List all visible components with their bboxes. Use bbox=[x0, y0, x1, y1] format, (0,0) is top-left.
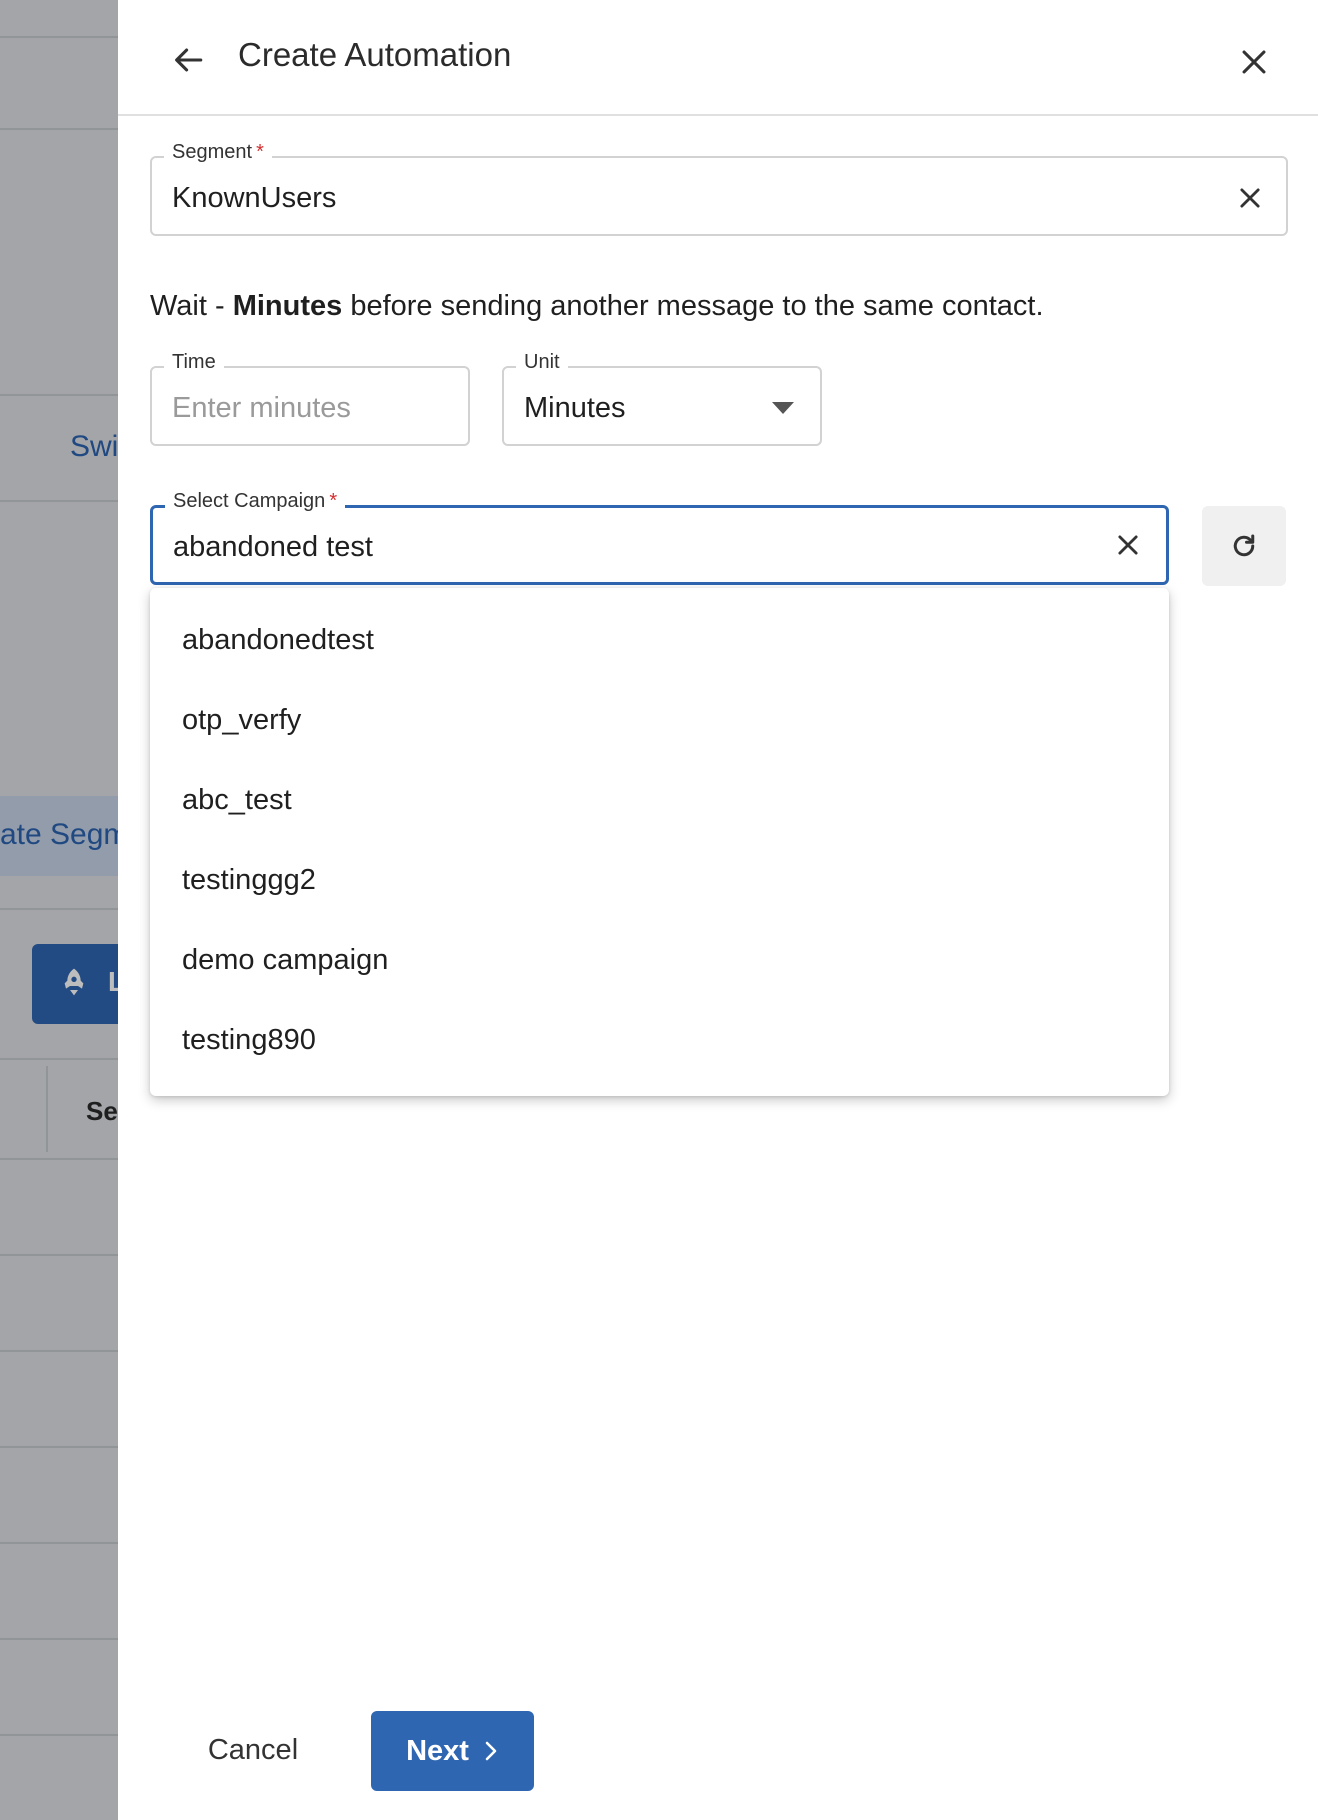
campaign-dropdown: abandonedtest otp_verfy abc_test testing… bbox=[150, 588, 1169, 1096]
refresh-campaigns-button[interactable] bbox=[1202, 506, 1286, 586]
segment-label: Segment * bbox=[164, 141, 272, 164]
campaign-clear-button[interactable] bbox=[1108, 525, 1148, 565]
caret-down-icon bbox=[772, 402, 794, 414]
campaign-option[interactable]: testing890 bbox=[150, 1000, 1169, 1080]
next-label: Next bbox=[406, 1734, 469, 1767]
campaign-search-value[interactable]: abandoned test bbox=[173, 531, 373, 564]
arrow-left-icon bbox=[175, 48, 203, 72]
drawer-header: Create Automation bbox=[118, 0, 1318, 116]
unit-select[interactable]: Unit Minutes bbox=[502, 351, 822, 446]
segment-clear-button[interactable] bbox=[1230, 178, 1270, 218]
campaign-option[interactable]: otp_verfy bbox=[150, 680, 1169, 760]
back-button[interactable] bbox=[164, 34, 212, 86]
campaign-option[interactable]: demo campaign bbox=[150, 920, 1169, 1000]
refresh-icon bbox=[1233, 534, 1255, 557]
clear-icon bbox=[1118, 535, 1138, 555]
select-campaign-field[interactable]: Select Campaign * abandoned test bbox=[150, 490, 1169, 585]
cancel-button[interactable]: Cancel bbox=[178, 1712, 328, 1788]
campaign-option[interactable]: testinggg2 bbox=[150, 840, 1169, 920]
next-button[interactable]: Next bbox=[371, 1711, 534, 1791]
drawer-footer: Cancel Next bbox=[118, 1700, 1318, 1820]
clear-icon bbox=[1240, 188, 1260, 208]
time-field[interactable]: Time bbox=[150, 351, 470, 446]
wait-description: Wait - Minutes before sending another me… bbox=[150, 290, 1044, 322]
close-drawer-button[interactable] bbox=[1228, 36, 1280, 88]
required-mark: * bbox=[256, 141, 264, 163]
segment-field[interactable]: Segment * KnownUsers bbox=[150, 141, 1288, 236]
chevron-right-icon bbox=[485, 1741, 497, 1761]
modal-overlay[interactable] bbox=[0, 0, 118, 1820]
unit-value: Minutes bbox=[524, 392, 626, 424]
time-input[interactable] bbox=[172, 392, 452, 425]
time-label: Time bbox=[164, 351, 224, 374]
create-automation-drawer: Create Automation Segment * KnownUsers Wa… bbox=[118, 0, 1318, 1820]
campaign-option[interactable]: abandonedtest bbox=[150, 600, 1169, 680]
required-mark: * bbox=[329, 490, 338, 512]
unit-label: Unit bbox=[516, 351, 568, 374]
segment-value: KnownUsers bbox=[172, 182, 337, 214]
drawer-title: Create Automation bbox=[238, 36, 512, 73]
close-icon bbox=[1242, 50, 1266, 74]
wait-unit-bold: Minutes bbox=[232, 290, 343, 322]
campaign-option[interactable]: abc_test bbox=[150, 760, 1169, 840]
select-campaign-label: Select Campaign * bbox=[165, 490, 346, 513]
